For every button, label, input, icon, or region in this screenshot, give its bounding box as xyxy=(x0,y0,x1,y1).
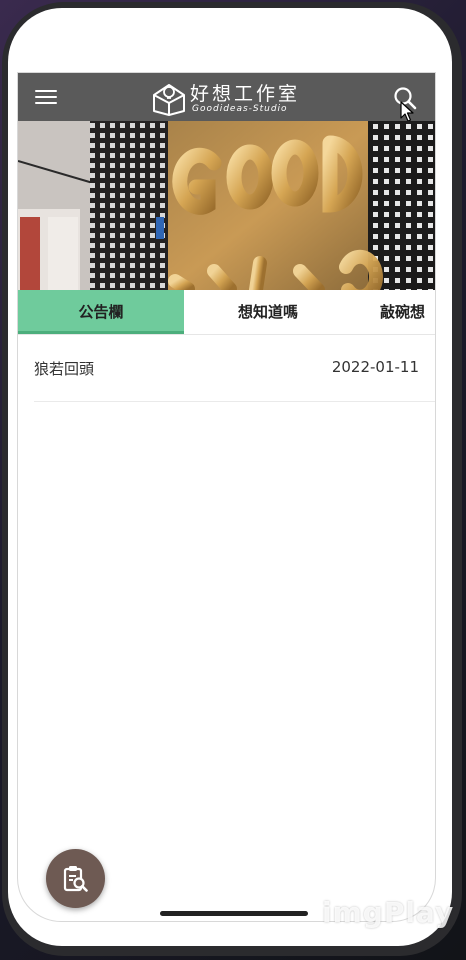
tab-announcements[interactable]: 公告欄 xyxy=(18,290,184,334)
home-indicator[interactable] xyxy=(160,911,308,916)
app-container: 好想工作室 Goodideas-Studio 公告欄 想知道嗎 敲碗想 狼若回頭… xyxy=(17,72,436,922)
tab-bar: 公告欄 想知道嗎 敲碗想 xyxy=(18,290,435,335)
announcement-date: 2022-01-11 xyxy=(331,358,419,376)
tab-request[interactable]: 敲碗想 xyxy=(380,290,435,334)
app-header: 好想工作室 Goodideas-Studio xyxy=(18,73,435,122)
list-item[interactable]: 狼若回頭 2022-01-11 xyxy=(34,334,435,402)
balloon-wall-photo xyxy=(18,121,435,290)
brand-subtitle: Goodideas-Studio xyxy=(192,104,288,114)
brand-logo[interactable]: 好想工作室 Goodideas-Studio xyxy=(150,78,300,118)
tab-want-to-know[interactable]: 想知道嗎 xyxy=(184,290,352,334)
house-lightbulb-logo-icon xyxy=(153,84,185,116)
hero-banner-image xyxy=(18,121,435,290)
announcement-title: 狼若回頭 xyxy=(34,360,95,378)
imgplay-watermark: imgPlay xyxy=(322,896,455,929)
mouse-cursor-icon xyxy=(400,101,414,122)
clipboard-search-icon xyxy=(63,866,88,892)
announcement-list: 狼若回頭 2022-01-11 xyxy=(34,334,435,402)
brand-name: 好想工作室 xyxy=(190,83,301,105)
hamburger-menu-icon[interactable] xyxy=(35,90,57,104)
clipboard-search-button[interactable] xyxy=(46,849,105,908)
